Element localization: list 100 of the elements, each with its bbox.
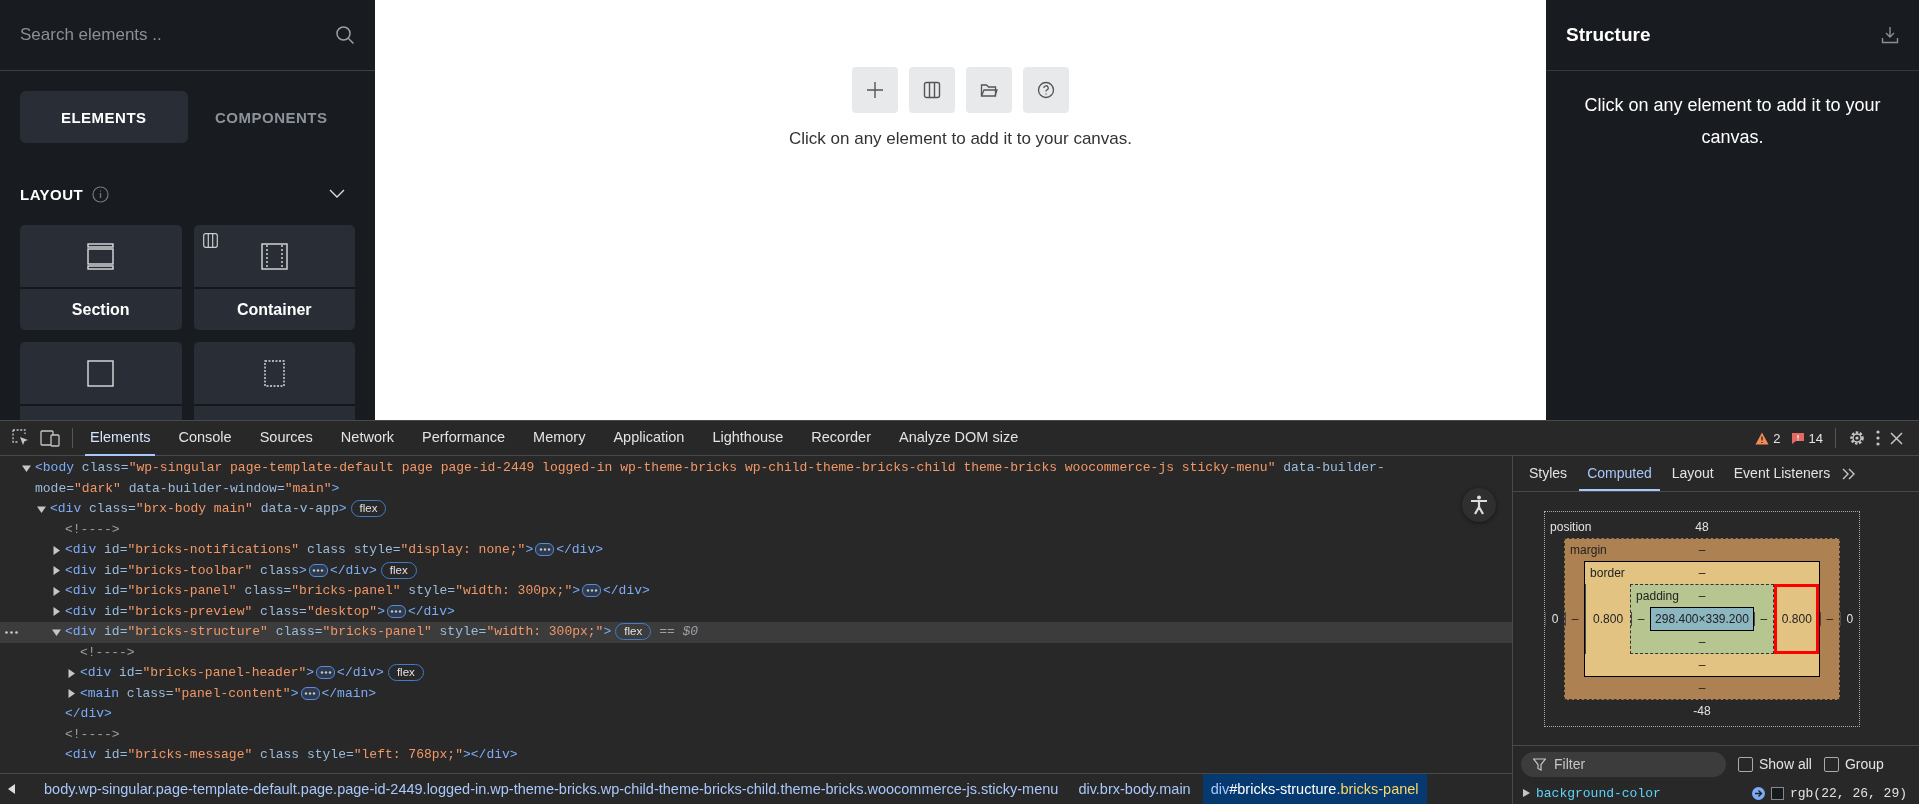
checkbox-label[interactable]: Show all bbox=[1759, 756, 1812, 772]
ellipsis-button[interactable] bbox=[386, 604, 406, 618]
dotted-square-icon bbox=[263, 359, 285, 387]
box-value[interactable]: – bbox=[1698, 655, 1706, 674]
disclosure-triangle-icon[interactable] bbox=[52, 607, 61, 617]
sidebar-tab[interactable]: Styles bbox=[1521, 456, 1576, 491]
help-button[interactable] bbox=[1023, 67, 1069, 113]
devtools-tab[interactable]: Console bbox=[173, 420, 237, 456]
closing-tag: </div> bbox=[470, 747, 518, 762]
arrow-circle-icon[interactable] bbox=[1751, 786, 1765, 800]
columns-button[interactable] bbox=[909, 67, 955, 113]
error-count[interactable]: 14 bbox=[1808, 430, 1823, 446]
dom-tree-row[interactable]: <div id="bricks-panel" class="bricks-panel" style="width: 300px;"> </div> bbox=[0, 581, 1512, 602]
filter-field[interactable]: Filter bbox=[1521, 751, 1726, 777]
scroll-left-icon[interactable] bbox=[8, 784, 16, 794]
devtools-tab[interactable]: Application bbox=[608, 420, 690, 456]
search-field[interactable]: Search elements .. bbox=[20, 25, 327, 45]
disclosure-triangle-icon[interactable] bbox=[52, 545, 61, 555]
info-icon[interactable] bbox=[92, 185, 110, 203]
structure-message: Click on any element to add it to your canvas. bbox=[1583, 94, 1882, 149]
html-comment: <!----> bbox=[65, 726, 120, 742]
devtools-tab[interactable]: Elements bbox=[85, 420, 156, 456]
panel-tab[interactable]: COMPONENTS bbox=[187, 91, 355, 143]
dom-tree-row[interactable]: <div id="bricks-panel-header"> </div> flex bbox=[0, 663, 1512, 684]
dom-tree-row[interactable]: <!----> bbox=[0, 724, 1512, 745]
devtools-tab[interactable]: Performance bbox=[417, 420, 511, 456]
download-icon[interactable] bbox=[1881, 26, 1899, 44]
sidebar-tab[interactable]: Layout bbox=[1663, 456, 1722, 491]
sidebar-tab[interactable]: Computed bbox=[1579, 456, 1660, 491]
add-button[interactable] bbox=[852, 67, 898, 113]
accessibility-button[interactable] bbox=[1462, 488, 1496, 522]
chevrons-right-icon[interactable] bbox=[1842, 467, 1856, 480]
dom-tree-row[interactable]: <div id="bricks-structure" class="bricks-panel" style="width: 300px;"> flex == $0 bbox=[0, 622, 1512, 643]
devtools-tab[interactable]: Network bbox=[335, 420, 400, 456]
element-card[interactable]: Container bbox=[193, 225, 355, 330]
box-value[interactable]: 0.800 bbox=[1773, 583, 1819, 654]
box-value[interactable]: – bbox=[1819, 611, 1839, 626]
device-icon[interactable] bbox=[40, 429, 60, 447]
box-value[interactable]: – bbox=[1698, 563, 1706, 582]
box-value[interactable]: 0 bbox=[1839, 611, 1859, 626]
chevron-icon[interactable] bbox=[329, 189, 345, 199]
error-icon[interactable] bbox=[1790, 431, 1805, 445]
ellipsis-button[interactable] bbox=[535, 543, 555, 557]
disclosure-triangle-icon[interactable] bbox=[67, 689, 76, 699]
inspect-icon[interactable] bbox=[12, 429, 30, 447]
dots-icon[interactable] bbox=[4, 630, 18, 634]
devtools-tab[interactable]: Sources bbox=[254, 420, 318, 456]
dom-tree-row[interactable]: <div id="bricks-preview" class="desktop"> </div> bbox=[0, 601, 1512, 622]
dom-tree-row[interactable]: <div id="bricks-message" class style="left: 768px;"></div> bbox=[0, 745, 1512, 766]
dom-tree-row[interactable]: <main class="panel-content"> </main> bbox=[0, 683, 1512, 704]
content-size-box[interactable]: 298.400×339.200 bbox=[1650, 606, 1754, 631]
checkbox-label[interactable]: Group bbox=[1844, 756, 1884, 772]
search-icon[interactable] bbox=[335, 25, 355, 45]
dom-tree-row[interactable]: <div id="bricks-notifications" class style="display: none;"> </div> bbox=[0, 540, 1512, 561]
color-swatch[interactable] bbox=[1770, 786, 1784, 800]
folder-button[interactable] bbox=[966, 67, 1012, 113]
checkbox[interactable] bbox=[1738, 756, 1753, 772]
box-value[interactable]: – bbox=[1753, 611, 1773, 626]
dom-tree-row[interactable]: <div class="brx-body main" data-v-app> flex bbox=[0, 499, 1512, 520]
box-value[interactable]: – bbox=[1698, 678, 1706, 697]
disclosure-triangle-icon[interactable] bbox=[37, 504, 46, 514]
ellipsis-button[interactable] bbox=[300, 686, 320, 700]
dom-tree-row[interactable]: </div> bbox=[0, 704, 1512, 725]
console-reference: == $0 bbox=[659, 624, 699, 639]
box-value[interactable]: – bbox=[1698, 632, 1706, 651]
panel-tab[interactable]: ELEMENTS bbox=[20, 91, 188, 143]
devtools-tab[interactable]: Memory bbox=[528, 420, 591, 456]
disclosure-triangle-icon[interactable] bbox=[22, 463, 31, 473]
box-value[interactable]: -48 bbox=[1693, 701, 1711, 720]
box-value[interactable]: – bbox=[1698, 586, 1706, 605]
breadcrumb-item[interactable]: div#bricks-structure.bricks-panel bbox=[1202, 774, 1427, 804]
devtools-tab[interactable]: Recorder bbox=[806, 420, 876, 456]
dots-icon bbox=[319, 671, 332, 675]
close-icon[interactable] bbox=[1890, 431, 1903, 445]
checkbox[interactable] bbox=[1823, 756, 1839, 772]
warning-icon[interactable] bbox=[1755, 431, 1770, 445]
closing-tag: </main> bbox=[321, 685, 377, 701]
sidebar-tab[interactable]: Event Listeners bbox=[1725, 456, 1839, 491]
disclosure-triangle-icon[interactable] bbox=[52, 627, 61, 637]
element-card[interactable]: Section bbox=[20, 225, 182, 330]
warning-count[interactable]: 2 bbox=[1773, 430, 1781, 446]
expand-triangle-icon[interactable] bbox=[1523, 789, 1530, 797]
breadcrumb-item[interactable]: div.brx-body.main bbox=[1070, 774, 1199, 804]
dom-tree-row[interactable]: <!----> bbox=[0, 519, 1512, 540]
breadcrumb-item[interactable]: body.wp-singular.page-template-default.page.page-id-2449.logged-in.wp-theme-bricks.wp-child-theme-bricks-child.theme-bricks.woocommerce-js.sticky-menu bbox=[36, 774, 1067, 804]
box-value[interactable]: – bbox=[1698, 540, 1706, 559]
devtools-tab[interactable]: Analyze DOM size bbox=[893, 420, 1024, 456]
ellipsis-button[interactable] bbox=[308, 563, 328, 577]
box-value[interactable]: 48 bbox=[1695, 517, 1709, 536]
settings-icon[interactable] bbox=[1848, 429, 1866, 447]
disclosure-triangle-icon[interactable] bbox=[52, 566, 61, 576]
disclosure-triangle-icon[interactable] bbox=[52, 586, 61, 596]
dom-tree-row[interactable]: <div id="bricks-toolbar" class> </div> flex bbox=[0, 560, 1512, 581]
devtools-tab[interactable]: Lighthouse bbox=[707, 420, 789, 456]
more-icon[interactable] bbox=[1876, 430, 1880, 446]
dom-tree-row[interactable]: <!----> bbox=[0, 642, 1512, 663]
dots-icon bbox=[538, 548, 551, 552]
disclosure-triangle-icon[interactable] bbox=[67, 668, 76, 678]
ellipsis-button[interactable] bbox=[316, 666, 336, 680]
ellipsis-button[interactable] bbox=[582, 584, 601, 598]
